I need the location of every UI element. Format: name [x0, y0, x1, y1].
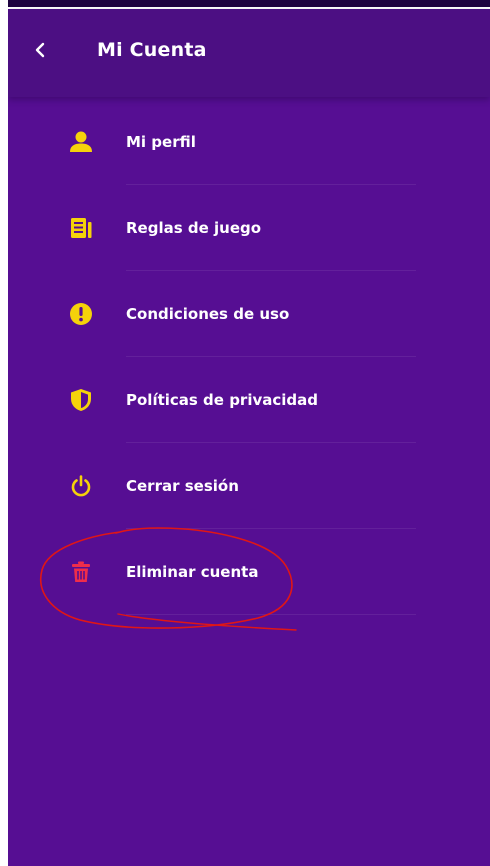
app-screen: Mi Cuenta Mi perfil Reglas de juego Cond… — [8, 0, 490, 866]
menu-item-politicas-de-privacidad[interactable]: Políticas de privacidad — [8, 357, 490, 443]
menu-item-mi-perfil[interactable]: Mi perfil — [8, 99, 490, 185]
menu-item-label: Reglas de juego — [126, 219, 262, 237]
divider — [126, 614, 416, 615]
rules-document-icon — [68, 215, 94, 241]
person-icon — [68, 129, 94, 155]
alert-circle-icon — [68, 301, 94, 327]
menu-item-label: Eliminar cuenta — [126, 563, 259, 581]
menu-item-condiciones-de-uso[interactable]: Condiciones de uso — [8, 271, 490, 357]
trash-icon — [68, 559, 94, 585]
menu-item-cerrar-sesion[interactable]: Cerrar sesión — [8, 443, 490, 529]
menu-item-label: Cerrar sesión — [126, 477, 239, 495]
chevron-left-icon — [33, 42, 47, 62]
page-title: Mi Cuenta — [97, 39, 207, 61]
menu-item-reglas-de-juego[interactable]: Reglas de juego — [8, 185, 490, 271]
app-bar: Mi Cuenta — [8, 9, 490, 97]
back-button[interactable] — [24, 36, 56, 68]
menu-item-label: Mi perfil — [126, 133, 196, 151]
menu-item-label: Políticas de privacidad — [126, 391, 318, 409]
shield-icon — [68, 387, 94, 413]
power-icon — [68, 473, 94, 499]
menu-item-label: Condiciones de uso — [126, 305, 290, 323]
menu-item-eliminar-cuenta[interactable]: Eliminar cuenta — [8, 529, 490, 615]
status-bar — [8, 0, 490, 9]
